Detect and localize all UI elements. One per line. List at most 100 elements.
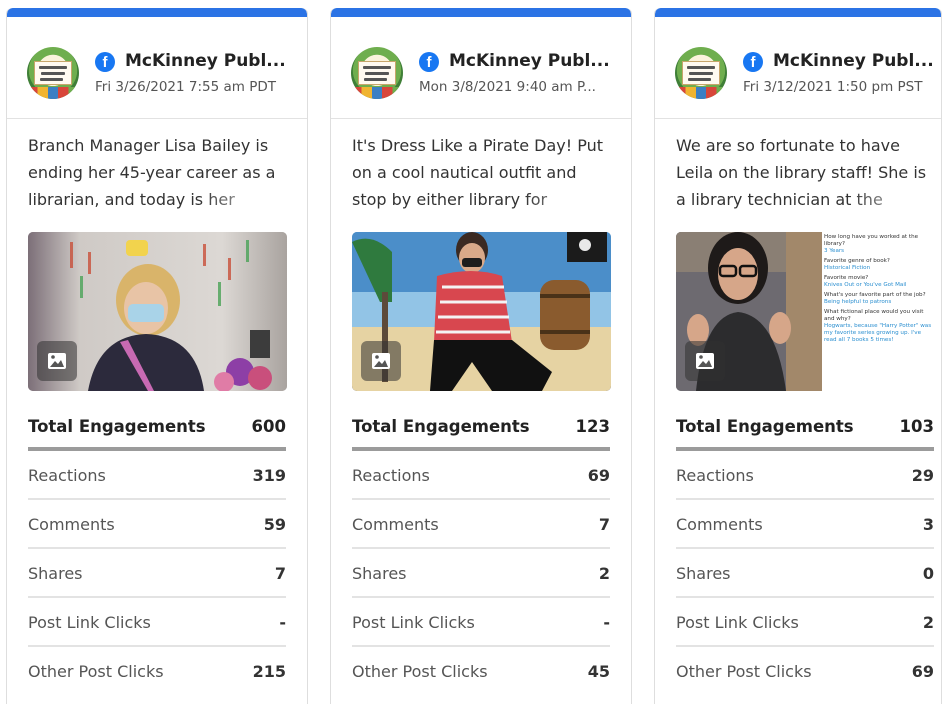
post-text: Branch Manager Lisa Bailey is ending her… bbox=[28, 132, 290, 218]
image-question: What fictional place would you visit and… bbox=[824, 309, 924, 322]
stat-label: Shares bbox=[28, 564, 83, 583]
image-icon bbox=[48, 353, 66, 369]
stat-row-comments: Comments 3 bbox=[676, 500, 934, 549]
stat-label: Shares bbox=[352, 564, 407, 583]
stat-value: 69 bbox=[911, 662, 934, 681]
facebook-icon: f bbox=[95, 52, 115, 72]
total-engagements-row: Total Engagements 103 bbox=[676, 409, 934, 451]
stat-row-shares: Shares 7 bbox=[28, 549, 286, 598]
stat-value: 2 bbox=[598, 564, 610, 583]
stat-label: Post Link Clicks bbox=[28, 613, 151, 632]
stat-row-other-post-clicks: Other Post Clicks 215 bbox=[28, 647, 286, 696]
image-icon bbox=[696, 353, 714, 369]
total-engagements-label: Total Engagements bbox=[676, 417, 854, 436]
stat-value: - bbox=[279, 613, 286, 632]
image-question: What's your favorite part of the job? bbox=[824, 292, 926, 298]
engagement-stats: Total Engagements 103 Reactions 29 Comme… bbox=[676, 409, 934, 696]
image-interview-text: How long have you worked at the library?… bbox=[824, 234, 932, 344]
image-type-badge bbox=[685, 341, 725, 381]
post-text: It's Dress Like a Pirate Day! Put on a c… bbox=[352, 132, 614, 218]
post-image[interactable]: How long have you worked at the library?… bbox=[676, 232, 935, 391]
stat-label: Comments bbox=[28, 515, 115, 534]
post-image[interactable] bbox=[28, 232, 287, 391]
library-logo-avatar[interactable] bbox=[351, 47, 403, 99]
post-card[interactable]: f McKinney Publ... Mon 3/8/2021 9:40 am … bbox=[330, 8, 632, 704]
stat-label: Other Post Clicks bbox=[28, 662, 164, 681]
library-logo-avatar[interactable] bbox=[675, 47, 727, 99]
stat-value: 0 bbox=[922, 564, 934, 583]
stat-row-comments: Comments 7 bbox=[352, 500, 610, 549]
post-date: Mon 3/8/2021 9:40 am P... bbox=[419, 79, 596, 95]
post-card[interactable]: f McKinney Publ... Fri 3/12/2021 1:50 pm… bbox=[654, 8, 942, 704]
facebook-icon: f bbox=[419, 52, 439, 72]
card-header: f McKinney Publ... Fri 3/12/2021 1:50 pm… bbox=[655, 17, 941, 119]
total-engagements-value: 600 bbox=[251, 417, 286, 436]
image-question: Favorite movie? bbox=[824, 275, 869, 281]
stat-label: Comments bbox=[676, 515, 763, 534]
stat-row-other-post-clicks: Other Post Clicks 69 bbox=[676, 647, 934, 696]
post-date: Fri 3/12/2021 1:50 pm PST bbox=[743, 79, 923, 95]
stat-value: 7 bbox=[598, 515, 610, 534]
image-answer: 3 Years bbox=[824, 248, 845, 254]
stat-label: Comments bbox=[352, 515, 439, 534]
stat-row-post-link-clicks: Post Link Clicks - bbox=[352, 598, 610, 647]
total-engagements-label: Total Engagements bbox=[28, 417, 206, 436]
page-name[interactable]: McKinney Publ... bbox=[773, 51, 941, 71]
card-accent-bar bbox=[655, 8, 941, 17]
image-icon bbox=[372, 353, 390, 369]
post-image[interactable] bbox=[352, 232, 611, 391]
stat-label: Other Post Clicks bbox=[352, 662, 488, 681]
stat-label: Post Link Clicks bbox=[352, 613, 475, 632]
stat-value: 45 bbox=[587, 662, 610, 681]
image-answer: Being helpful to patrons bbox=[824, 299, 892, 305]
post-card[interactable]: f McKinney Publ... Fri 3/26/2021 7:55 am… bbox=[6, 8, 308, 704]
image-answer: Historical Fiction bbox=[824, 265, 871, 271]
card-header: f McKinney Publ... Mon 3/8/2021 9:40 am … bbox=[331, 17, 631, 119]
stat-row-reactions: Reactions 319 bbox=[28, 451, 286, 500]
stat-value: 3 bbox=[922, 515, 934, 534]
card-accent-bar bbox=[7, 8, 307, 17]
stat-label: Reactions bbox=[28, 466, 106, 485]
engagement-stats: Total Engagements 600 Reactions 319 Comm… bbox=[28, 409, 286, 696]
image-type-badge bbox=[361, 341, 401, 381]
stat-value: 29 bbox=[911, 466, 934, 485]
stat-value: 59 bbox=[263, 515, 286, 534]
page-name[interactable]: McKinney Publ... bbox=[449, 51, 619, 71]
stat-row-comments: Comments 59 bbox=[28, 500, 286, 549]
image-answer: Knives Out or You've Got Mail bbox=[824, 282, 907, 288]
card-header: f McKinney Publ... Fri 3/26/2021 7:55 am… bbox=[7, 17, 307, 119]
stat-label: Shares bbox=[676, 564, 731, 583]
stat-row-reactions: Reactions 29 bbox=[676, 451, 934, 500]
stat-label: Post Link Clicks bbox=[676, 613, 799, 632]
total-engagements-row: Total Engagements 600 bbox=[28, 409, 286, 451]
image-question: Favorite genre of book? bbox=[824, 258, 890, 264]
stat-value: 215 bbox=[252, 662, 286, 681]
stat-value: 2 bbox=[922, 613, 934, 632]
stat-value: - bbox=[603, 613, 610, 632]
stat-value: 7 bbox=[274, 564, 286, 583]
stat-row-post-link-clicks: Post Link Clicks 2 bbox=[676, 598, 934, 647]
stat-row-shares: Shares 0 bbox=[676, 549, 934, 598]
stat-value: 69 bbox=[587, 466, 610, 485]
stat-label: Reactions bbox=[676, 466, 754, 485]
total-engagements-label: Total Engagements bbox=[352, 417, 530, 436]
stat-row-reactions: Reactions 69 bbox=[352, 451, 610, 500]
stat-row-other-post-clicks: Other Post Clicks 45 bbox=[352, 647, 610, 696]
image-answer: Hogwarts, because "Harry Potter" was my … bbox=[824, 323, 932, 343]
page-name[interactable]: McKinney Publ... bbox=[125, 51, 295, 71]
library-logo-avatar[interactable] bbox=[27, 47, 79, 99]
engagement-stats: Total Engagements 123 Reactions 69 Comme… bbox=[352, 409, 610, 696]
stat-row-post-link-clicks: Post Link Clicks - bbox=[28, 598, 286, 647]
post-text: We are so fortunate to have Leila on the… bbox=[676, 132, 938, 218]
stat-label: Other Post Clicks bbox=[676, 662, 812, 681]
facebook-icon: f bbox=[743, 52, 763, 72]
stat-label: Reactions bbox=[352, 466, 430, 485]
total-engagements-row: Total Engagements 123 bbox=[352, 409, 610, 451]
post-date: Fri 3/26/2021 7:55 am PDT bbox=[95, 79, 276, 95]
total-engagements-value: 103 bbox=[899, 417, 934, 436]
total-engagements-value: 123 bbox=[575, 417, 610, 436]
stat-value: 319 bbox=[252, 466, 286, 485]
image-question: How long have you worked at the library? bbox=[824, 234, 919, 247]
stat-row-shares: Shares 2 bbox=[352, 549, 610, 598]
image-type-badge bbox=[37, 341, 77, 381]
